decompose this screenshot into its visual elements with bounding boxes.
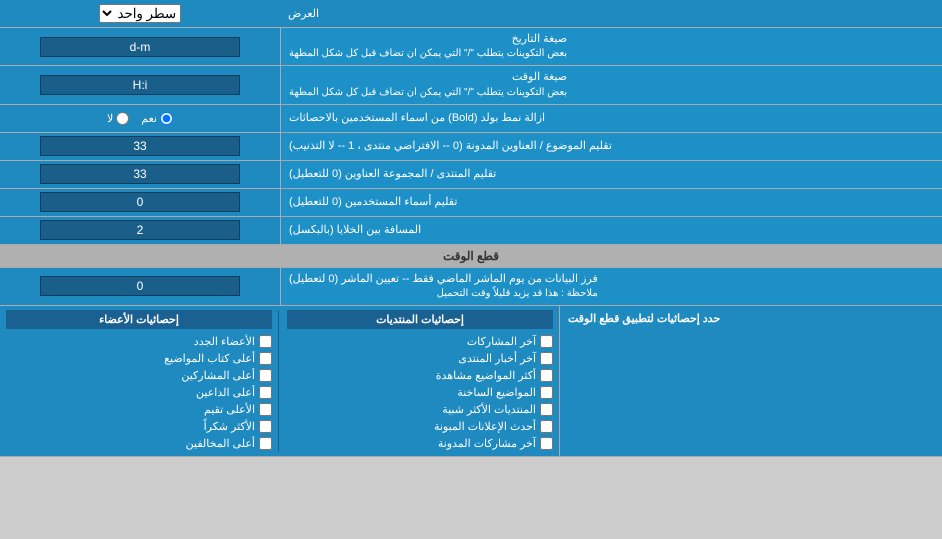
bold-remove-label: ازالة نمط بولد (Bold) من اسماء المستخدمي… [280,105,942,132]
bold-yes-radio[interactable] [160,112,173,125]
bottom-section: حدد إحصاثيات لتطبيق قطع الوقت إحصاثيات ا… [0,306,942,457]
cutoff-input[interactable] [40,276,240,296]
checkbox-forum-news: آخر أخبار المنتدى [287,350,553,367]
select-container: سطر واحد سطران ثلاثة أسطر [0,0,280,27]
time-format-row: صيغة الوقت بعض التكوينات يتطلب "/" التي … [0,66,942,104]
date-format-input[interactable] [40,37,240,57]
forum-news-checkbox[interactable] [540,352,553,365]
checkbox-new-members: الأعضاء الجدد [6,333,272,350]
bold-no-radio[interactable] [116,112,129,125]
checkbox-most-viewed: أكثر المواضيع مشاهدة [287,367,553,384]
date-format-label: صيغة التاريخ بعض التكوينات يتطلب "/" الت… [280,28,942,65]
top-rated-checkbox[interactable] [259,403,272,416]
checkbox-latest-announcements: أحدث الإعلانات المبونة [287,418,553,435]
date-format-input-cell [0,28,280,65]
checkbox-most-thanked: الأكثر شكراً [6,418,272,435]
forum-group-trim-row: تقليم المنتدى / المجموعة العناوين (0 للت… [0,161,942,189]
top-violators-checkbox[interactable] [259,437,272,450]
forum-group-trim-label: تقليم المنتدى / المجموعة العناوين (0 للت… [280,161,942,188]
forum-group-trim-input[interactable] [40,164,240,184]
checkbox-last-blog-posts: آخر مشاركات المدونة [287,435,553,452]
checkbox-top-participants: أعلى المشاركين [6,367,272,384]
username-trim-input-cell [0,189,280,216]
cell-spacing-label: المسافة بين الخلايا (بالبكسل) [280,217,942,244]
time-format-input[interactable] [40,75,240,95]
top-posters-checkbox[interactable] [259,352,272,365]
most-thanked-checkbox[interactable] [259,420,272,433]
bold-no-label[interactable]: لا [107,112,129,125]
popular-forums-checkbox[interactable] [540,403,553,416]
checkbox-hot-topics: المواضيع الساخنة [287,384,553,401]
checkbox-top-violators: أعلى المخالفين [6,435,272,452]
new-members-checkbox[interactable] [259,335,272,348]
cutoff-input-cell [0,268,280,305]
hot-topics-checkbox[interactable] [540,386,553,399]
checkbox-top-posters: أعلى كتاب المواضيع [6,350,272,367]
bold-remove-row: ازالة نمط بولد (Bold) من اسماء المستخدمي… [0,105,942,133]
time-format-label: صيغة الوقت بعض التكوينات يتطلب "/" التي … [280,66,942,103]
cutoff-section-header: قطع الوقت [0,245,942,268]
top-participants-checkbox[interactable] [259,369,272,382]
forums-stats-header: إحصاثيات المنتديات [287,310,553,329]
topic-title-trim-row: تقليم الموضوع / العناوين المدونة (0 -- ا… [0,133,942,161]
top-inviters-checkbox[interactable] [259,386,272,399]
members-stats-header: إحصاثيات الأعضاء [6,310,272,329]
members-stats-col: إحصاثيات الأعضاء الأعضاء الجدد أعلى كتاب… [6,310,279,452]
topic-title-trim-label: تقليم الموضوع / العناوين المدونة (0 -- ا… [280,133,942,160]
latest-announcements-checkbox[interactable] [540,420,553,433]
checkbox-top-inviters: أعلى الداعين [6,384,272,401]
forums-stats-col: إحصاثيات المنتديات آخر المشاركات آخر أخب… [287,310,553,452]
cutoff-label: فرز البيانات من يوم الماشر الماضي فقط --… [280,268,942,305]
bold-yes-label[interactable]: نعم [141,112,173,125]
username-trim-row: تقليم أسماء المستخدمين (0 للتعطيل) [0,189,942,217]
username-trim-input[interactable] [40,192,240,212]
time-format-input-cell [0,66,280,103]
checkbox-last-posts: آخر المشاركات [287,333,553,350]
forum-group-trim-input-cell [0,161,280,188]
most-viewed-checkbox[interactable] [540,369,553,382]
main-label: العرض [280,0,942,27]
date-format-row: صيغة التاريخ بعض التكوينات يتطلب "/" الت… [0,28,942,66]
display-select[interactable]: سطر واحد سطران ثلاثة أسطر [99,4,181,23]
cell-spacing-input-cell [0,217,280,244]
cell-spacing-input[interactable] [40,220,240,240]
bold-remove-radio-cell: نعم لا [0,105,280,132]
checkbox-top-rated: الأعلى تقيم [6,401,272,418]
topic-title-trim-input[interactable] [40,136,240,156]
topic-title-trim-input-cell [0,133,280,160]
header-title-text: العرض [288,7,319,20]
cell-spacing-row: المسافة بين الخلايا (بالبكسل) [0,217,942,245]
last-blog-posts-checkbox[interactable] [540,437,553,450]
last-posts-checkbox[interactable] [540,335,553,348]
stats-limit-label: حدد إحصاثيات لتطبيق قطع الوقت [568,312,720,325]
username-trim-label: تقليم أسماء المستخدمين (0 للتعطيل) [280,189,942,216]
checkbox-popular-forums: المنتديات الأكثر شبية [287,401,553,418]
cutoff-row: فرز البيانات من يوم الماشر الماضي فقط --… [0,268,942,306]
